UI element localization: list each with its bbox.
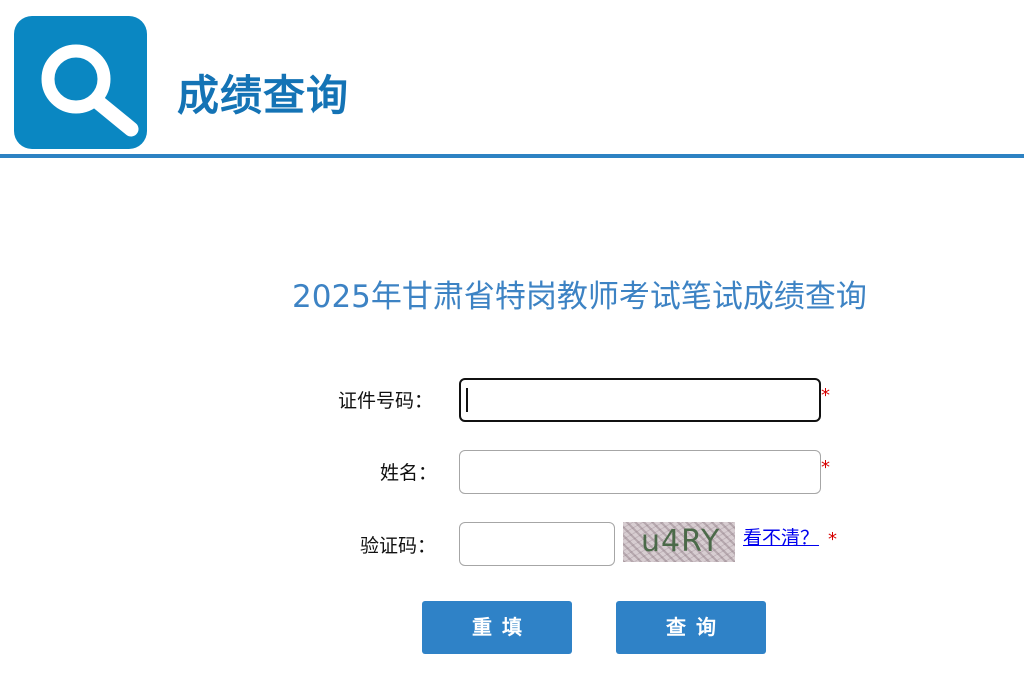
reset-button[interactable]: 重填 bbox=[422, 601, 572, 654]
required-mark: * bbox=[821, 385, 830, 406]
captcha-label: 验证码： bbox=[360, 535, 437, 557]
required-mark: * bbox=[828, 529, 837, 550]
id-number-label: 证件号码： bbox=[338, 390, 434, 412]
site-header: 成绩查询 bbox=[0, 0, 1024, 154]
header-divider bbox=[0, 154, 1024, 158]
site-title: 成绩查询 bbox=[177, 71, 350, 120]
captcha-image-text: u4RY bbox=[641, 524, 721, 559]
text-caret bbox=[466, 388, 468, 412]
captcha-input[interactable] bbox=[459, 522, 615, 566]
query-button[interactable]: 查询 bbox=[616, 601, 766, 654]
search-icon bbox=[14, 16, 147, 149]
refresh-captcha-link[interactable]: 看不清？ bbox=[743, 525, 819, 551]
name-label: 姓名： bbox=[380, 462, 438, 484]
required-mark: * bbox=[821, 457, 830, 478]
captcha-image[interactable]: u4RY bbox=[623, 522, 735, 562]
name-input[interactable] bbox=[459, 450, 821, 494]
id-number-input[interactable] bbox=[459, 378, 821, 422]
page-title: 2025年甘肃省特岗教师考试笔试成绩查询 bbox=[292, 279, 867, 315]
